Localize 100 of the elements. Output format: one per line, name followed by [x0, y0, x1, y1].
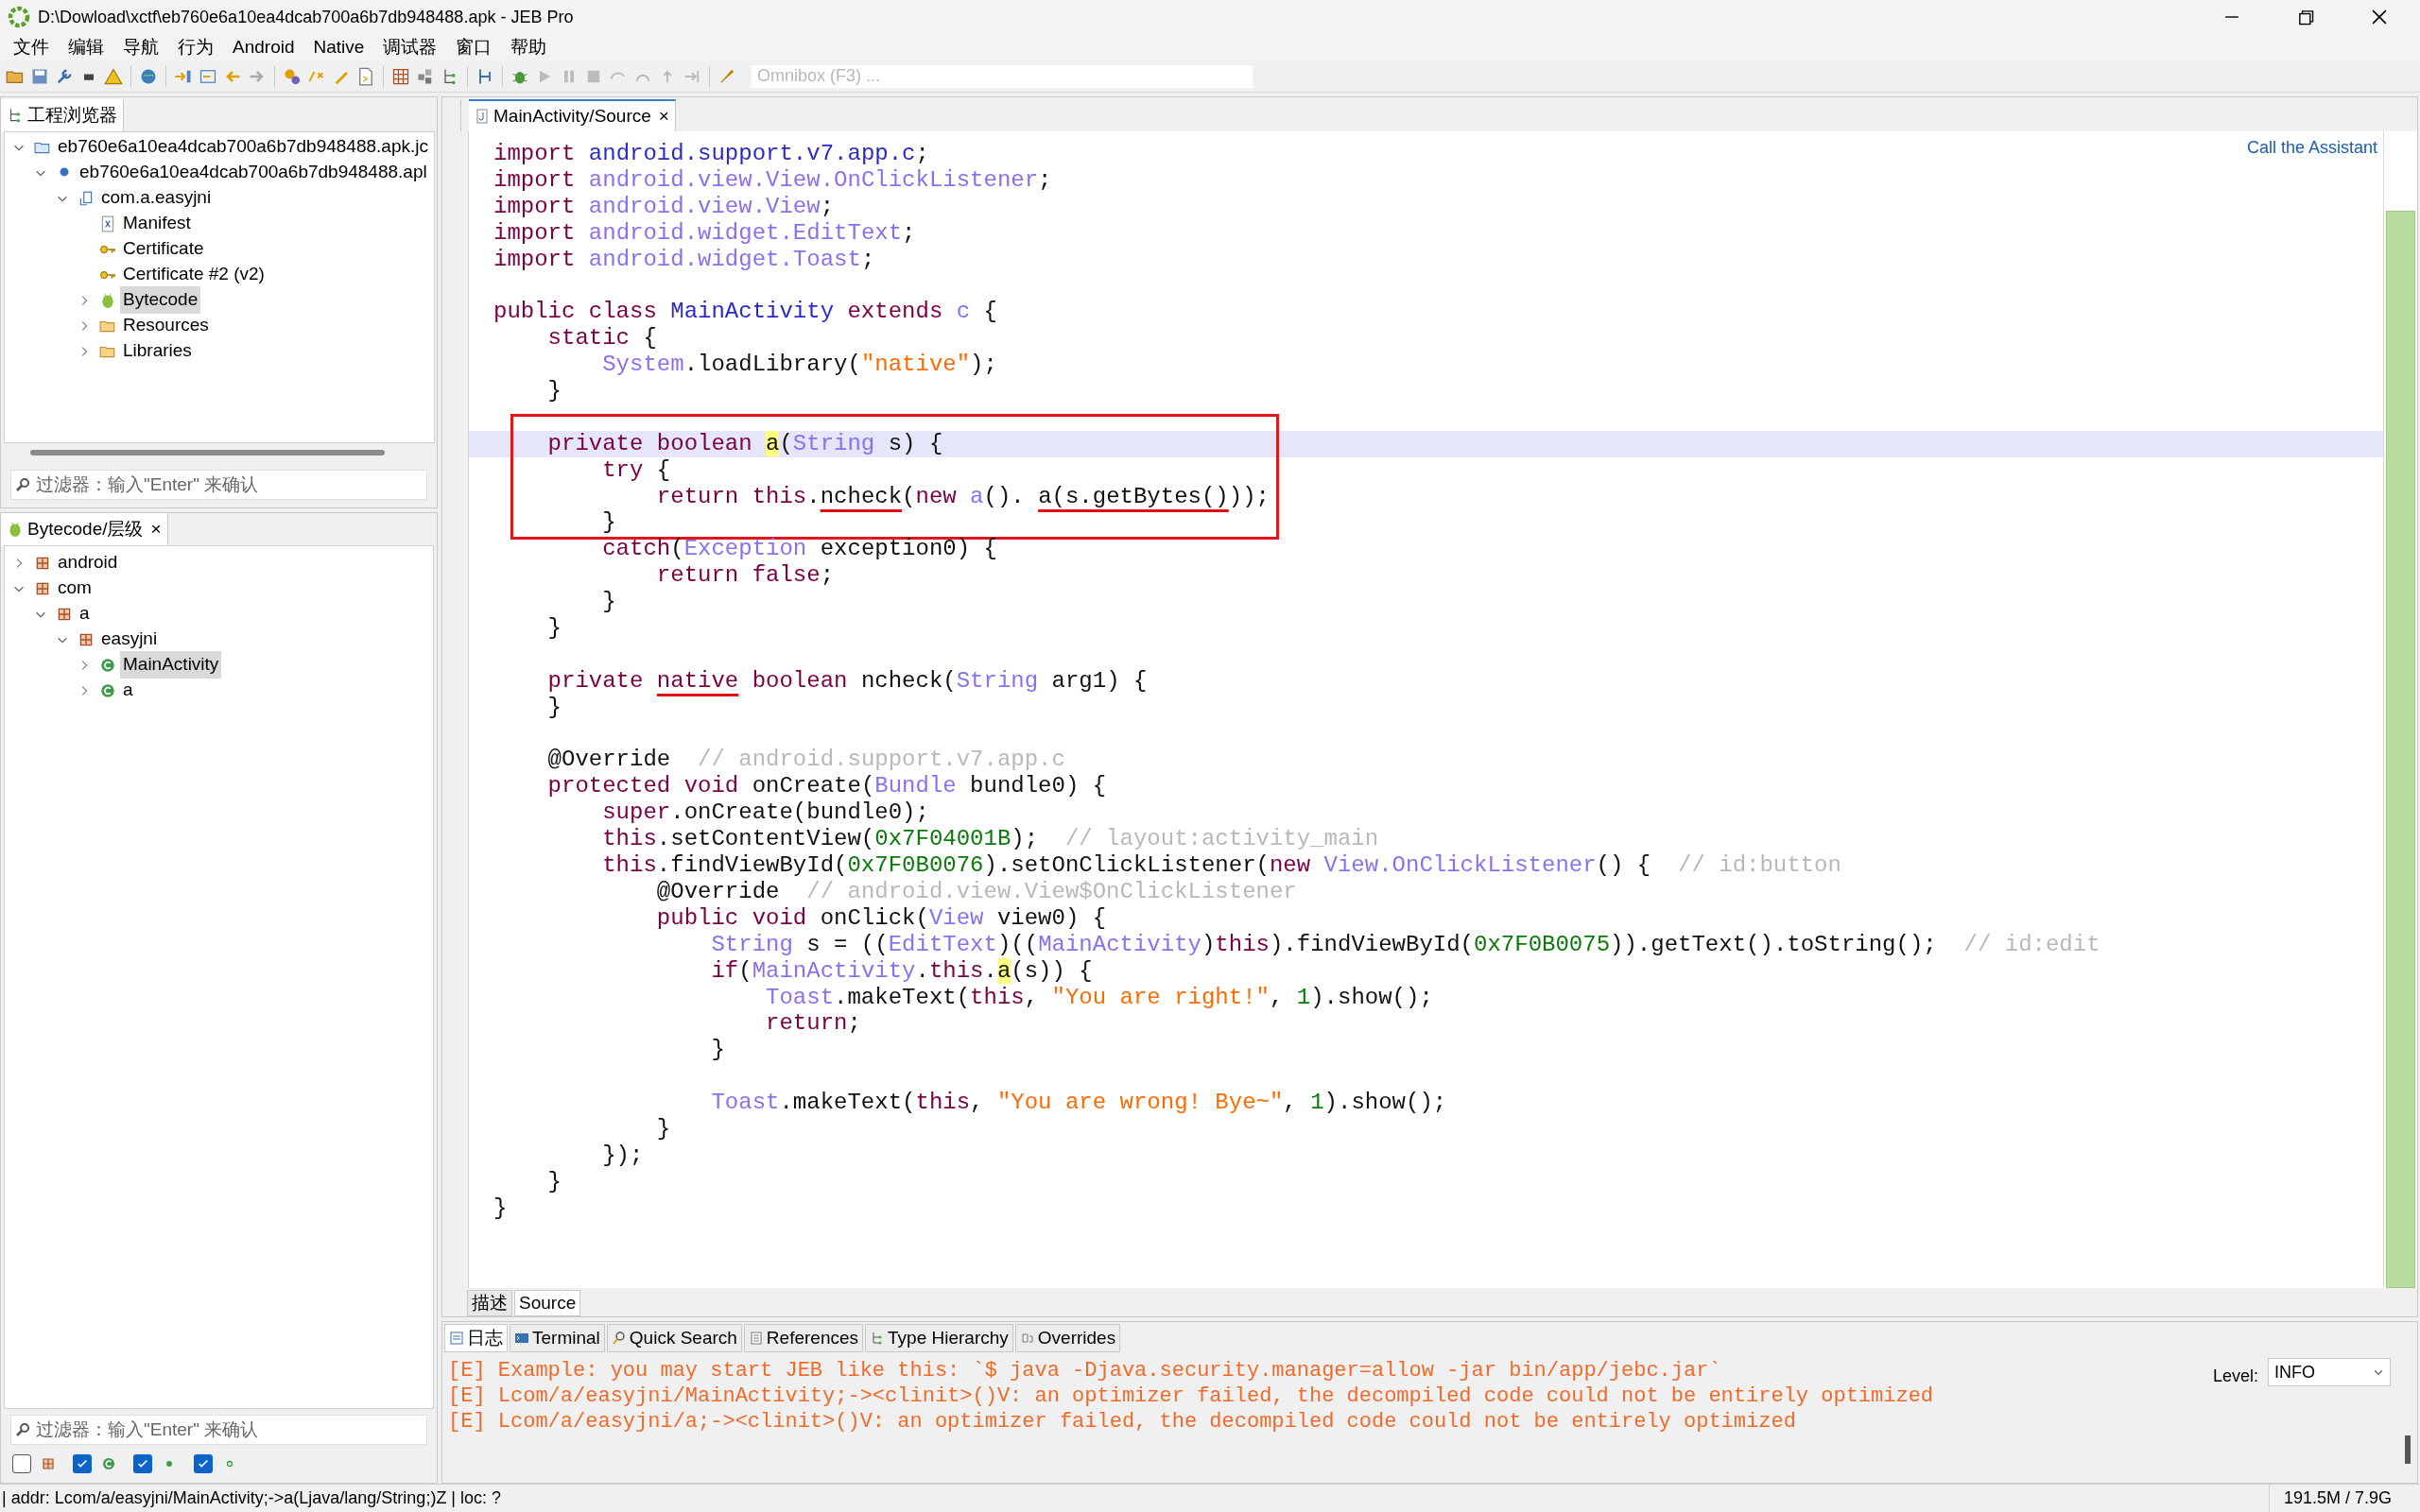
- app-logo-icon: [8, 6, 30, 28]
- checkbox[interactable]: [133, 1454, 152, 1473]
- document-icon: [748, 1331, 764, 1346]
- code-line: public void onClick(View view0) {: [655, 904, 1107, 932]
- code-line: import android.view.View.OnClickListener;: [493, 166, 1052, 194]
- code-line: return false;: [655, 562, 835, 590]
- editor-tab[interactable]: MainActivity/Source ×: [469, 99, 676, 131]
- tree-item[interactable]: Certificate #2 (v2): [120, 261, 268, 288]
- grid-icon[interactable]: [391, 66, 410, 86]
- code-line: return this.ncheck(new a(). a(s.getBytes()));: [655, 483, 1270, 510]
- code-line: @Override // android.support.v7.app.c: [546, 747, 1065, 774]
- panel-tab[interactable]: Terminal: [510, 1324, 605, 1352]
- package-icon: [41, 1456, 56, 1471]
- magnifier-icon: [611, 1331, 627, 1346]
- code-line: Toast.makeText(this, "You are right!", 1).show();: [765, 984, 1433, 1011]
- tree-item[interactable]: Libraries: [120, 337, 195, 365]
- tree-item[interactable]: com.a.easyjni: [98, 184, 215, 212]
- tree-item[interactable]: a: [120, 677, 136, 704]
- checkbox[interactable]: [194, 1454, 213, 1473]
- tree-item[interactable]: easyjni: [98, 626, 161, 653]
- android-robot-icon: [99, 291, 116, 309]
- code-line: catch(Exception exception0) {: [601, 536, 997, 563]
- menu-item[interactable]: Android: [223, 33, 304, 61]
- view-tab[interactable]: 描述: [467, 1290, 512, 1316]
- close-tab-button[interactable]: ×: [658, 102, 669, 130]
- panel-tab[interactable]: 工程浏览器: [1, 99, 124, 131]
- tab-label: Type Hierarchy: [888, 1326, 1009, 1349]
- menu-item[interactable]: 导航: [113, 33, 168, 61]
- code-line: import android.support.v7.app.c;: [493, 141, 929, 167]
- code-line: super.onCreate(bundle0);: [601, 799, 929, 827]
- filter-field[interactable]: 过滤器：输入"Enter" 来确认: [10, 1415, 427, 1445]
- scrollbar-thumb[interactable]: [2405, 1435, 2411, 1464]
- warning-icon[interactable]: [104, 66, 123, 86]
- close-tab-button[interactable]: ×: [150, 515, 162, 543]
- menu-item[interactable]: 行为: [168, 33, 223, 61]
- checkbox[interactable]: [73, 1454, 92, 1473]
- status-text: | addr: Lcom/a/easyjni/MainActivity;->a(Ljava/lang/String;)Z | loc: ?: [1, 1487, 503, 1509]
- tab-label: Quick Search: [629, 1326, 737, 1349]
- code-line: }: [546, 378, 562, 404]
- scrollbar-thumb[interactable]: [30, 450, 385, 455]
- tree-item[interactable]: eb760e6a10ea4dcab700a6b7db948488.apk.jc: [55, 133, 431, 161]
- log-line: [E] Lcom/a/easyjni/a;-><clinit>()V: an optimizer failed, the decompiled code could not be entirely optimized: [448, 1409, 1796, 1435]
- filter-field[interactable]: 过滤器：输入"Enter" 来确认: [10, 470, 427, 500]
- window-title: D:\Dowload\xctf\eb760e6a10ea4dcab700a6b7db948488.apk - JEB Pro: [38, 6, 574, 28]
- android-robot-icon: [7, 521, 24, 538]
- tab-label: Bytecode/层级: [27, 517, 144, 541]
- panel-tab[interactable]: Overrides: [1014, 1324, 1121, 1352]
- tree-item[interactable]: Resources: [120, 312, 212, 339]
- memory-usage: 191.5M / 7.9G: [2269, 1485, 2401, 1512]
- level-dropdown[interactable]: INFO: [2268, 1358, 2391, 1386]
- tab-label: 工程浏览器: [27, 103, 117, 127]
- checkbox[interactable]: [12, 1454, 31, 1473]
- panel-tab[interactable]: 日志: [444, 1324, 508, 1352]
- code-line: this.findViewById(0x7F0B0076).setOnClickListener(new View.OnClickListener() { // id:button: [601, 852, 1841, 879]
- code-line: }: [601, 509, 616, 537]
- tree-item[interactable]: MainActivity: [120, 651, 222, 679]
- code-line: return;: [765, 1010, 861, 1038]
- code-line: System.loadLibrary("native");: [601, 352, 997, 378]
- level-label: Level:: [2212, 1366, 2258, 1387]
- terminal-icon: [514, 1331, 529, 1346]
- menu-item[interactable]: 编辑: [59, 33, 113, 61]
- menu-item[interactable]: 窗口: [446, 33, 502, 61]
- tab-label: References: [766, 1326, 859, 1349]
- tab-label: Overrides: [1037, 1326, 1116, 1349]
- code-line: private native boolean ncheck(String arg1) {: [546, 667, 1148, 695]
- tab-label: Terminal: [532, 1326, 600, 1349]
- document-icon[interactable]: [356, 66, 375, 86]
- panel-tab[interactable]: Quick Search: [606, 1324, 742, 1352]
- code-line: public class MainActivity extends c {: [493, 299, 997, 326]
- code-line: @Override // android.view.View$OnClickListener: [655, 878, 1297, 905]
- tree-item[interactable]: Manifest: [120, 210, 194, 237]
- view-tab[interactable]: Source: [514, 1290, 581, 1316]
- class-icon: [99, 681, 116, 699]
- panel-tab[interactable]: Bytecode/层级 ×: [1, 513, 168, 545]
- tree-item[interactable]: eb760e6a10ea4dcab700a6b7db948488.apl: [77, 159, 430, 186]
- list-icon: [449, 1331, 464, 1346]
- panel-tab[interactable]: Type Hierarchy: [865, 1324, 1013, 1352]
- log-line: [E] Example: you may start JEB like this: `$ java -Djava.security.manager=allow -jar bin/app/jebc.jar`: [448, 1358, 1721, 1383]
- xml-document-icon: [99, 215, 116, 232]
- code-line: }: [546, 694, 562, 721]
- code-line: this.setContentView(0x7F04001B); // layout:activity_main: [601, 826, 1379, 853]
- tree-item[interactable]: a: [77, 600, 93, 627]
- code-line: }: [546, 615, 562, 642]
- log-line: [E] Lcom/a/easyjni/MainActivity;-><clinit>()V: an optimizer failed, the decompiled code could not be entirely optimized: [448, 1383, 1934, 1409]
- code-line: static {: [546, 325, 657, 352]
- menu-item[interactable]: Native: [303, 33, 374, 61]
- code-line: import android.view.View;: [493, 193, 835, 220]
- tree-item[interactable]: Certificate: [120, 235, 207, 263]
- tree-item[interactable]: Bytecode: [120, 286, 201, 314]
- menu-item[interactable]: 调试器: [373, 33, 447, 61]
- menu-item[interactable]: 文件: [4, 33, 59, 61]
- code-line: Toast.makeText(this, "You are wrong! Bye~", 1).show();: [710, 1090, 1447, 1116]
- omnibox-field[interactable]: Omnibox (F3) ...: [752, 64, 1253, 88]
- document-stack-icon: [78, 189, 95, 207]
- tree-item[interactable]: android: [55, 549, 121, 576]
- java-file-icon: [475, 109, 490, 124]
- tree-item[interactable]: com: [55, 575, 95, 602]
- panel-tab[interactable]: References: [743, 1324, 864, 1352]
- menu-item[interactable]: 帮助: [501, 33, 557, 61]
- code-line: String s = ((EditText)((MainActivity)this).findViewById(0x7F0B0075)).getText().toString(); // id:edit: [710, 931, 2100, 958]
